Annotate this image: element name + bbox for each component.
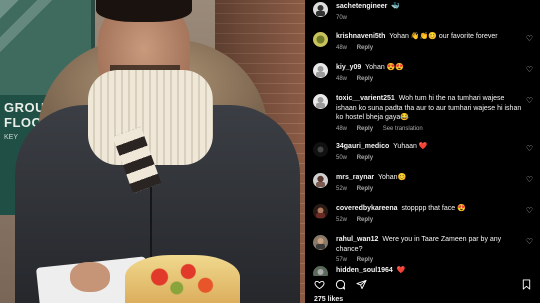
comment-meta: 70w [336, 15, 522, 21]
comment-time: 48w [336, 75, 348, 82]
comment-time: 50w [336, 154, 348, 161]
comment-body: Yohan 👋👏😊 our favorite forever [389, 33, 498, 40]
comment-time: 70w [336, 14, 348, 21]
comment-bubble-icon[interactable] [335, 279, 346, 290]
comment-username[interactable]: kiy_y09 [336, 64, 361, 71]
comment-text: rahul_wan12 Were you in Taare Zameen par… [336, 235, 522, 254]
comment-username[interactable]: sachetengineer [336, 3, 387, 10]
comment-time: 48w [336, 44, 348, 51]
comment-username[interactable]: hidden_soul1964 [336, 267, 393, 274]
scarf [88, 70, 213, 165]
comment-like-icon[interactable]: ♡ [526, 65, 533, 74]
comment-text: 34gauri_medico Yuhaan ❤️ [336, 142, 522, 152]
comment-time: 52w [336, 216, 348, 223]
bookmark-icon[interactable] [521, 279, 532, 290]
hand [70, 262, 110, 292]
see-translation-link[interactable]: See translation [383, 126, 423, 132]
avatar[interactable] [313, 63, 328, 78]
reply-button[interactable]: Reply [357, 45, 373, 51]
comment-body: ❤️ [396, 267, 406, 274]
comment-body: Yohan 😍😍 [365, 64, 405, 71]
avatar[interactable] [313, 173, 328, 188]
comment-like-icon[interactable]: ♡ [526, 175, 533, 184]
action-icons [314, 279, 367, 290]
avatar[interactable] [313, 32, 328, 47]
comment-meta: 50w Reply [336, 155, 522, 161]
avatar[interactable] [313, 204, 328, 219]
comment-meta: 52w Reply [336, 186, 522, 192]
reply-button[interactable]: Reply [357, 155, 373, 161]
comment-time: 52w [336, 185, 348, 192]
reply-button[interactable]: Reply [357, 217, 373, 223]
comment-like-icon[interactable]: ♡ [526, 144, 533, 153]
avatar[interactable] [313, 235, 328, 250]
comment-like-icon[interactable]: ♡ [526, 34, 533, 43]
reply-button[interactable]: Reply [357, 257, 373, 263]
reply-button[interactable]: Reply [357, 126, 373, 132]
comment-text: mrs_raynar Yohan😊 [336, 173, 522, 183]
comment-username[interactable]: krishnaveni5th [336, 33, 385, 40]
comment-like-icon[interactable]: ♡ [526, 96, 533, 105]
post-photo[interactable]: GROUN FLOO KEY [0, 0, 305, 303]
action-bar: 275 likes [305, 276, 540, 303]
comment-text: toxic__varient251 Woh tum hi the na tumh… [336, 94, 522, 123]
comments-panel[interactable]: sachetengineer 🐳 70w krishnaveni5th Yoha… [305, 0, 540, 303]
comment-body: stopppp that face 😍 [401, 205, 466, 212]
comment-meta: 52w Reply [336, 217, 522, 223]
comment-text: coveredbykareena stopppp that face 😍 [336, 204, 522, 214]
avatar[interactable] [313, 142, 328, 157]
comment-meta: 48w Reply [336, 45, 522, 51]
comment-username[interactable]: mrs_raynar [336, 174, 374, 181]
comment-time: 57w [336, 257, 348, 263]
heart-outline-icon[interactable] [314, 279, 325, 290]
reply-button[interactable]: Reply [357, 76, 373, 82]
comment-username[interactable]: toxic__varient251 [336, 95, 395, 102]
avatar[interactable] [313, 2, 328, 17]
comment-body: Yohan😊 [377, 174, 407, 181]
reply-button[interactable]: Reply [357, 186, 373, 192]
send-icon[interactable] [356, 279, 367, 290]
comment-meta: 48w Reply See translation [336, 126, 522, 132]
comment-like-icon[interactable]: ♡ [526, 237, 533, 246]
comment-text: hidden_soul1964 ❤️ [336, 266, 522, 276]
like-count[interactable]: 275 likes [314, 296, 343, 303]
food [125, 255, 240, 303]
comment-text: kiy_y09 Yohan 😍😍 [336, 63, 522, 73]
comment-like-icon[interactable]: ♡ [526, 206, 533, 215]
comment-body: 🐳 [391, 3, 401, 10]
comment-text: krishnaveni5th Yohan 👋👏😊 our favorite fo… [336, 32, 522, 42]
comment-username[interactable]: 34gauri_medico [336, 143, 389, 150]
person-hair [96, 0, 192, 22]
comment-meta: 48w Reply [336, 76, 522, 82]
avatar[interactable] [313, 94, 328, 109]
comment-username[interactable]: coveredbykareena [336, 205, 397, 212]
comment-time: 48w [336, 125, 348, 132]
comment-text: sachetengineer 🐳 [336, 2, 522, 12]
comment-username[interactable]: rahul_wan12 [336, 236, 378, 243]
comment-body: Yuhaan ❤️ [393, 143, 428, 150]
comment-meta: 57w Reply [336, 257, 522, 263]
